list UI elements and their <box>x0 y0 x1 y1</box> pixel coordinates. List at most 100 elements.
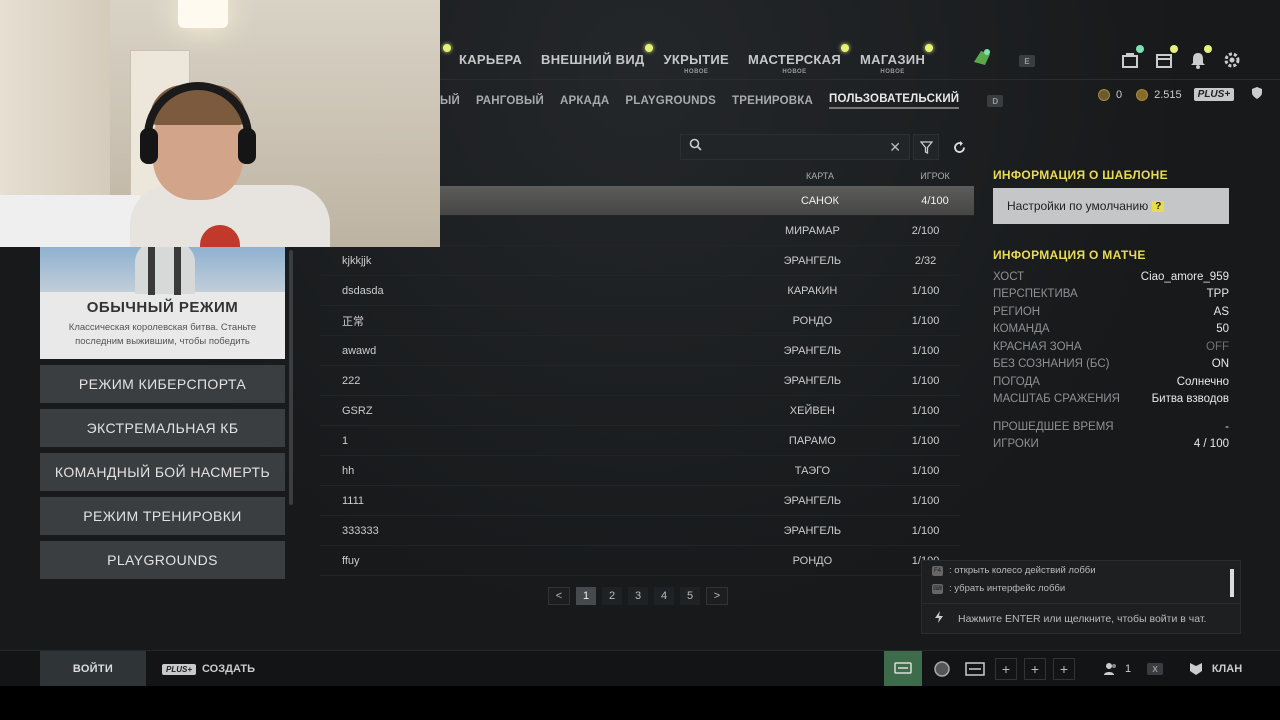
create-button[interactable]: PLUS+ СОЗДАТЬ <box>162 651 255 687</box>
plus-badge[interactable]: PLUS+ <box>1193 88 1235 101</box>
template-selector[interactable]: Настройки по умолчанию ? <box>993 188 1229 224</box>
table-row[interactable]: awawd ЭРАНГЕЛЬ 1/100 <box>320 336 960 366</box>
header-players[interactable]: ИГРОК <box>900 171 970 181</box>
shield-icon[interactable] <box>1250 86 1264 103</box>
page-3[interactable]: 3 <box>628 587 648 605</box>
search-input[interactable] <box>710 140 890 154</box>
nav-label: МАГАЗИН <box>860 52 926 67</box>
refresh-button[interactable] <box>946 134 972 160</box>
page-5[interactable]: 5 <box>680 587 700 605</box>
chat-hint: F4: открыть колесо действий лобби <box>932 565 1096 576</box>
lobby-player-icon[interactable] <box>962 651 988 687</box>
extreme-br-button[interactable]: ЭКСТРЕМАЛЬНАЯ КБ <box>40 409 285 447</box>
chat-scrollbar[interactable] <box>1230 569 1234 597</box>
mode-scrollbar[interactable] <box>289 250 293 505</box>
globe-icon[interactable] <box>922 651 962 687</box>
tab-arcade[interactable]: АРКАДА <box>560 95 609 107</box>
info-row: БЕЗ СОЗНАНИЯ (БС) ON <box>993 356 1229 374</box>
inventory-icon[interactable] <box>1154 45 1178 70</box>
chat-input[interactable]: Нажмите ENTER или щелкните, чтобы войти … <box>922 603 1240 633</box>
join-button[interactable]: ВОЙТИ <box>40 651 146 687</box>
info-value: OFF <box>1206 340 1229 353</box>
map-name: РОНДО <box>792 314 833 327</box>
chat-button[interactable] <box>884 651 922 687</box>
notification-dot <box>1136 45 1144 53</box>
tab-ranked[interactable]: РАНГОВЫЙ <box>476 95 544 107</box>
party-count[interactable]: 1 <box>1087 651 1147 687</box>
nav-appearance[interactable]: ВНЕШНИЙ ВИД <box>541 44 653 67</box>
card-strap <box>174 247 181 295</box>
table-row[interactable]: 正常 РОНДО 1/100 <box>320 306 960 336</box>
info-row: ПОГОДА Солнечно <box>993 373 1229 391</box>
next-page-button[interactable]: > <box>706 587 728 605</box>
tab-normal[interactable]: ЫЙ <box>440 95 460 107</box>
info-key: КРАСНАЯ ЗОНА <box>993 340 1082 353</box>
filter-button[interactable] <box>913 134 939 160</box>
map-name: ПАРАМО <box>788 434 836 447</box>
server-name: 333333 <box>342 524 379 537</box>
normal-mode-card[interactable]: ОБЫЧНЫЙ РЕЖИМ Классическая королевская б… <box>40 247 285 359</box>
table-row[interactable]: 1111 ЭРАНГЕЛЬ 1/100 <box>320 486 960 516</box>
playgrounds-button[interactable]: PLAYGROUNDS <box>40 541 285 579</box>
header-map[interactable]: КАРТА <box>740 171 900 181</box>
page-4[interactable]: 4 <box>654 587 674 605</box>
nav-career[interactable]: КАРЬЕРА <box>443 44 522 67</box>
key-hint-x: X <box>1147 663 1163 675</box>
help-icon[interactable]: ? <box>1152 200 1165 212</box>
map-name: САНОК <box>801 194 839 207</box>
team-deathmatch-button[interactable]: КОМАНДНЫЙ БОЙ НАСМЕРТЬ <box>40 453 285 491</box>
tab-training[interactable]: ТРЕНИРОВКА <box>732 95 813 107</box>
info-panel: ИНФОРМАЦИЯ О ШАБЛОНЕ Настройки по умолча… <box>993 166 1229 453</box>
page-2[interactable]: 2 <box>602 587 622 605</box>
vault-icon[interactable] <box>1120 45 1144 70</box>
chat-hint-text: : убрать интерфейс лобби <box>949 583 1066 594</box>
bottom-bar: ВОЙТИ PLUS+ СОЗДАТЬ + + + 1 X КЛАН <box>0 650 1280 687</box>
table-row[interactable]: dsdasda КАРАКИН 1/100 <box>320 276 960 306</box>
bell-icon[interactable] <box>1188 45 1212 70</box>
table-row[interactable]: 1 ПАРАМО 1/100 <box>320 426 960 456</box>
info-row: ПРОШЕДШЕЕ ВРЕМЯ - <box>993 418 1229 436</box>
table-row[interactable]: 333333 ЭРАНГЕЛЬ 1/100 <box>320 516 960 546</box>
nav-store[interactable]: МАГАЗИН НОВОЕ <box>860 44 934 75</box>
clear-search-icon[interactable]: ✕ <box>889 139 901 156</box>
page-1[interactable]: 1 <box>576 587 596 605</box>
server-name: dsdasda <box>342 284 384 297</box>
training-mode-button[interactable]: РЕЖИМ ТРЕНИРОВКИ <box>40 497 285 535</box>
esports-mode-button[interactable]: РЕЖИМ КИБЕРСПОРТА <box>40 365 285 403</box>
table-row[interactable]: 222 ЭРАНГЕЛЬ 1/100 <box>320 366 960 396</box>
chat-hint-text: : открыть колесо действий лобби <box>949 565 1096 576</box>
bp-amount: 2.515 <box>1154 88 1182 101</box>
info-value: Солнечно <box>1176 375 1229 388</box>
table-row[interactable]: hh ТАЭГО 1/100 <box>320 456 960 486</box>
info-value: AS <box>1213 305 1229 318</box>
info-row: ХОСТ Ciao_amore_959 <box>993 268 1229 286</box>
invite-slot-3[interactable]: + <box>1053 658 1075 680</box>
event-icon[interactable] <box>971 48 993 71</box>
notification-dot <box>1170 45 1178 53</box>
letterbox <box>0 686 1280 720</box>
clan-button[interactable]: КЛАН <box>1175 651 1255 687</box>
map-name: ТАЭГО <box>794 464 831 477</box>
player-count: 1/100 <box>911 284 940 297</box>
webcam-desk <box>0 195 140 247</box>
tab-playgrounds[interactable]: PLAYGROUNDS <box>625 95 716 107</box>
server-name: 正常 <box>342 315 364 328</box>
info-row: МАСШТАБ СРАЖЕНИЯ Битва взводов <box>993 391 1229 409</box>
key-hint-d: D <box>987 95 1004 107</box>
table-row[interactable]: kjkkjjk ЭРАНГЕЛЬ 2/32 <box>320 246 960 276</box>
lightning-icon <box>932 610 946 627</box>
gear-icon[interactable] <box>1222 50 1242 70</box>
keyboard-key-icon: ⌨ <box>932 583 943 594</box>
table-row[interactable]: ffuyРОНДО1/100 <box>320 546 960 576</box>
info-value: TPP <box>1206 288 1229 301</box>
invite-slot-1[interactable]: + <box>995 658 1017 680</box>
invite-slot-2[interactable]: + <box>1024 658 1046 680</box>
tab-custom[interactable]: ПОЛЬЗОВАТЕЛЬСКИЙ <box>829 93 960 109</box>
player-count: 1/100 <box>911 374 940 387</box>
info-key: РЕГИОН <box>993 305 1041 318</box>
match-info-list: ХОСТ Ciao_amore_959 ПЕРСПЕКТИВА TPP РЕГИОН AS… <box>993 268 1229 408</box>
prev-page-button[interactable]: < <box>548 587 570 605</box>
table-row[interactable]: GSRZ ХЕЙВЕН 1/100 <box>320 396 960 426</box>
nav-hideout[interactable]: УКРЫТИЕ НОВОЕ <box>664 52 729 75</box>
nav-workshop[interactable]: МАСТЕРСКАЯ НОВОЕ <box>748 44 849 75</box>
